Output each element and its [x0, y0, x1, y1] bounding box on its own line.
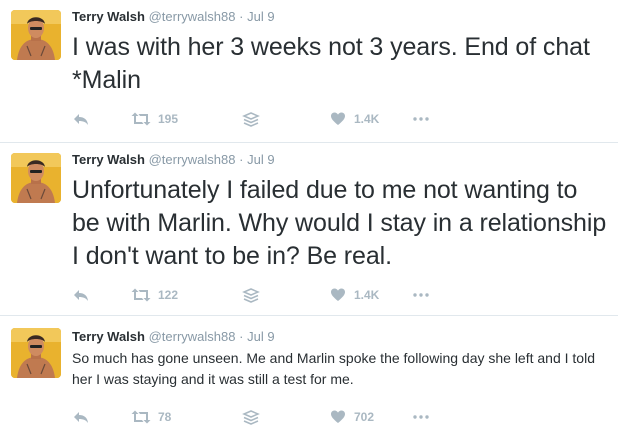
tweet-header: Terry Walsh @terrywalsh88 · Jul 9 — [72, 9, 275, 25]
like-button[interactable]: 702 — [330, 409, 374, 425]
like-count: 1.4K — [354, 288, 380, 302]
retweet-icon — [131, 288, 151, 302]
tweet[interactable]: Terry Walsh @terrywalsh88 · Jul 9 So muc… — [0, 316, 618, 433]
avatar-image — [11, 10, 61, 60]
reply-button[interactable] — [72, 111, 90, 127]
separator: · — [239, 329, 244, 344]
retweet-button[interactable]: 122 — [130, 287, 178, 303]
tweet-text: I was with her 3 weeks not 3 years. End … — [72, 33, 590, 94]
tweet-date[interactable]: Jul 9 — [247, 9, 274, 24]
author-name[interactable]: Terry Walsh — [72, 152, 145, 167]
tweet-date[interactable]: Jul 9 — [247, 329, 274, 344]
avatar[interactable] — [11, 328, 61, 378]
cloud-button[interactable] — [242, 287, 260, 303]
tweet-actions: 78 702 — [72, 409, 472, 425]
reply-button[interactable] — [72, 409, 90, 425]
heart-icon — [331, 288, 345, 301]
author-handle[interactable]: @terrywalsh88 — [149, 9, 236, 24]
author-handle[interactable]: @terrywalsh88 — [149, 329, 236, 344]
like-button[interactable]: 1.4K — [330, 111, 379, 127]
reply-icon — [74, 290, 88, 301]
more-button[interactable] — [412, 111, 430, 127]
avatar[interactable] — [11, 10, 61, 60]
tweet-text: Unfortunately I failed due to me not wan… — [72, 176, 607, 270]
separator: · — [239, 9, 244, 24]
more-icon — [413, 415, 429, 419]
retweet-button[interactable]: 78 — [130, 409, 171, 425]
separator: · — [239, 152, 244, 167]
retweet-icon — [131, 112, 151, 126]
tweet-feed: Terry Walsh @terrywalsh88 · Jul 9 I was … — [0, 0, 618, 433]
author-name[interactable]: Terry Walsh — [72, 329, 145, 344]
retweet-count: 122 — [158, 288, 179, 302]
author-name[interactable]: Terry Walsh — [72, 9, 145, 24]
more-icon — [413, 117, 429, 121]
more-button[interactable] — [412, 409, 430, 425]
tweet-actions: 195 1.4K — [72, 111, 472, 127]
like-button[interactable]: 1.4K — [330, 287, 379, 303]
retweet-count: 78 — [158, 410, 172, 424]
heart-icon — [331, 410, 345, 423]
more-button[interactable] — [412, 287, 430, 303]
retweet-button[interactable]: 195 — [130, 111, 178, 127]
tweet-header: Terry Walsh @terrywalsh88 · Jul 9 — [72, 329, 275, 345]
author-handle[interactable]: @terrywalsh88 — [149, 152, 236, 167]
more-icon — [413, 293, 429, 297]
retweet-icon — [131, 410, 151, 424]
retweet-count: 195 — [158, 112, 179, 126]
like-count: 1.4K — [354, 112, 380, 126]
tweet-header: Terry Walsh @terrywalsh88 · Jul 9 — [72, 152, 275, 168]
cloud-icon — [242, 112, 260, 127]
heart-icon — [331, 112, 345, 125]
reply-icon — [74, 114, 88, 125]
reply-icon — [74, 412, 88, 423]
tweet-text: So much has gone unseen. Me and Marlin s… — [72, 350, 595, 387]
avatar[interactable] — [11, 153, 61, 203]
cloud-button[interactable] — [242, 111, 260, 127]
cloud-button[interactable] — [242, 409, 260, 425]
tweet[interactable]: Terry Walsh @terrywalsh88 · Jul 9 Unfort… — [0, 143, 618, 315]
cloud-icon — [242, 410, 260, 425]
tweet[interactable]: Terry Walsh @terrywalsh88 · Jul 9 I was … — [0, 0, 618, 142]
tweet-date[interactable]: Jul 9 — [247, 152, 274, 167]
like-count: 702 — [354, 410, 375, 424]
tweet-actions: 122 1.4K — [72, 287, 472, 303]
avatar-image — [11, 328, 61, 378]
cloud-icon — [242, 288, 260, 303]
avatar-image — [11, 153, 61, 203]
reply-button[interactable] — [72, 287, 90, 303]
